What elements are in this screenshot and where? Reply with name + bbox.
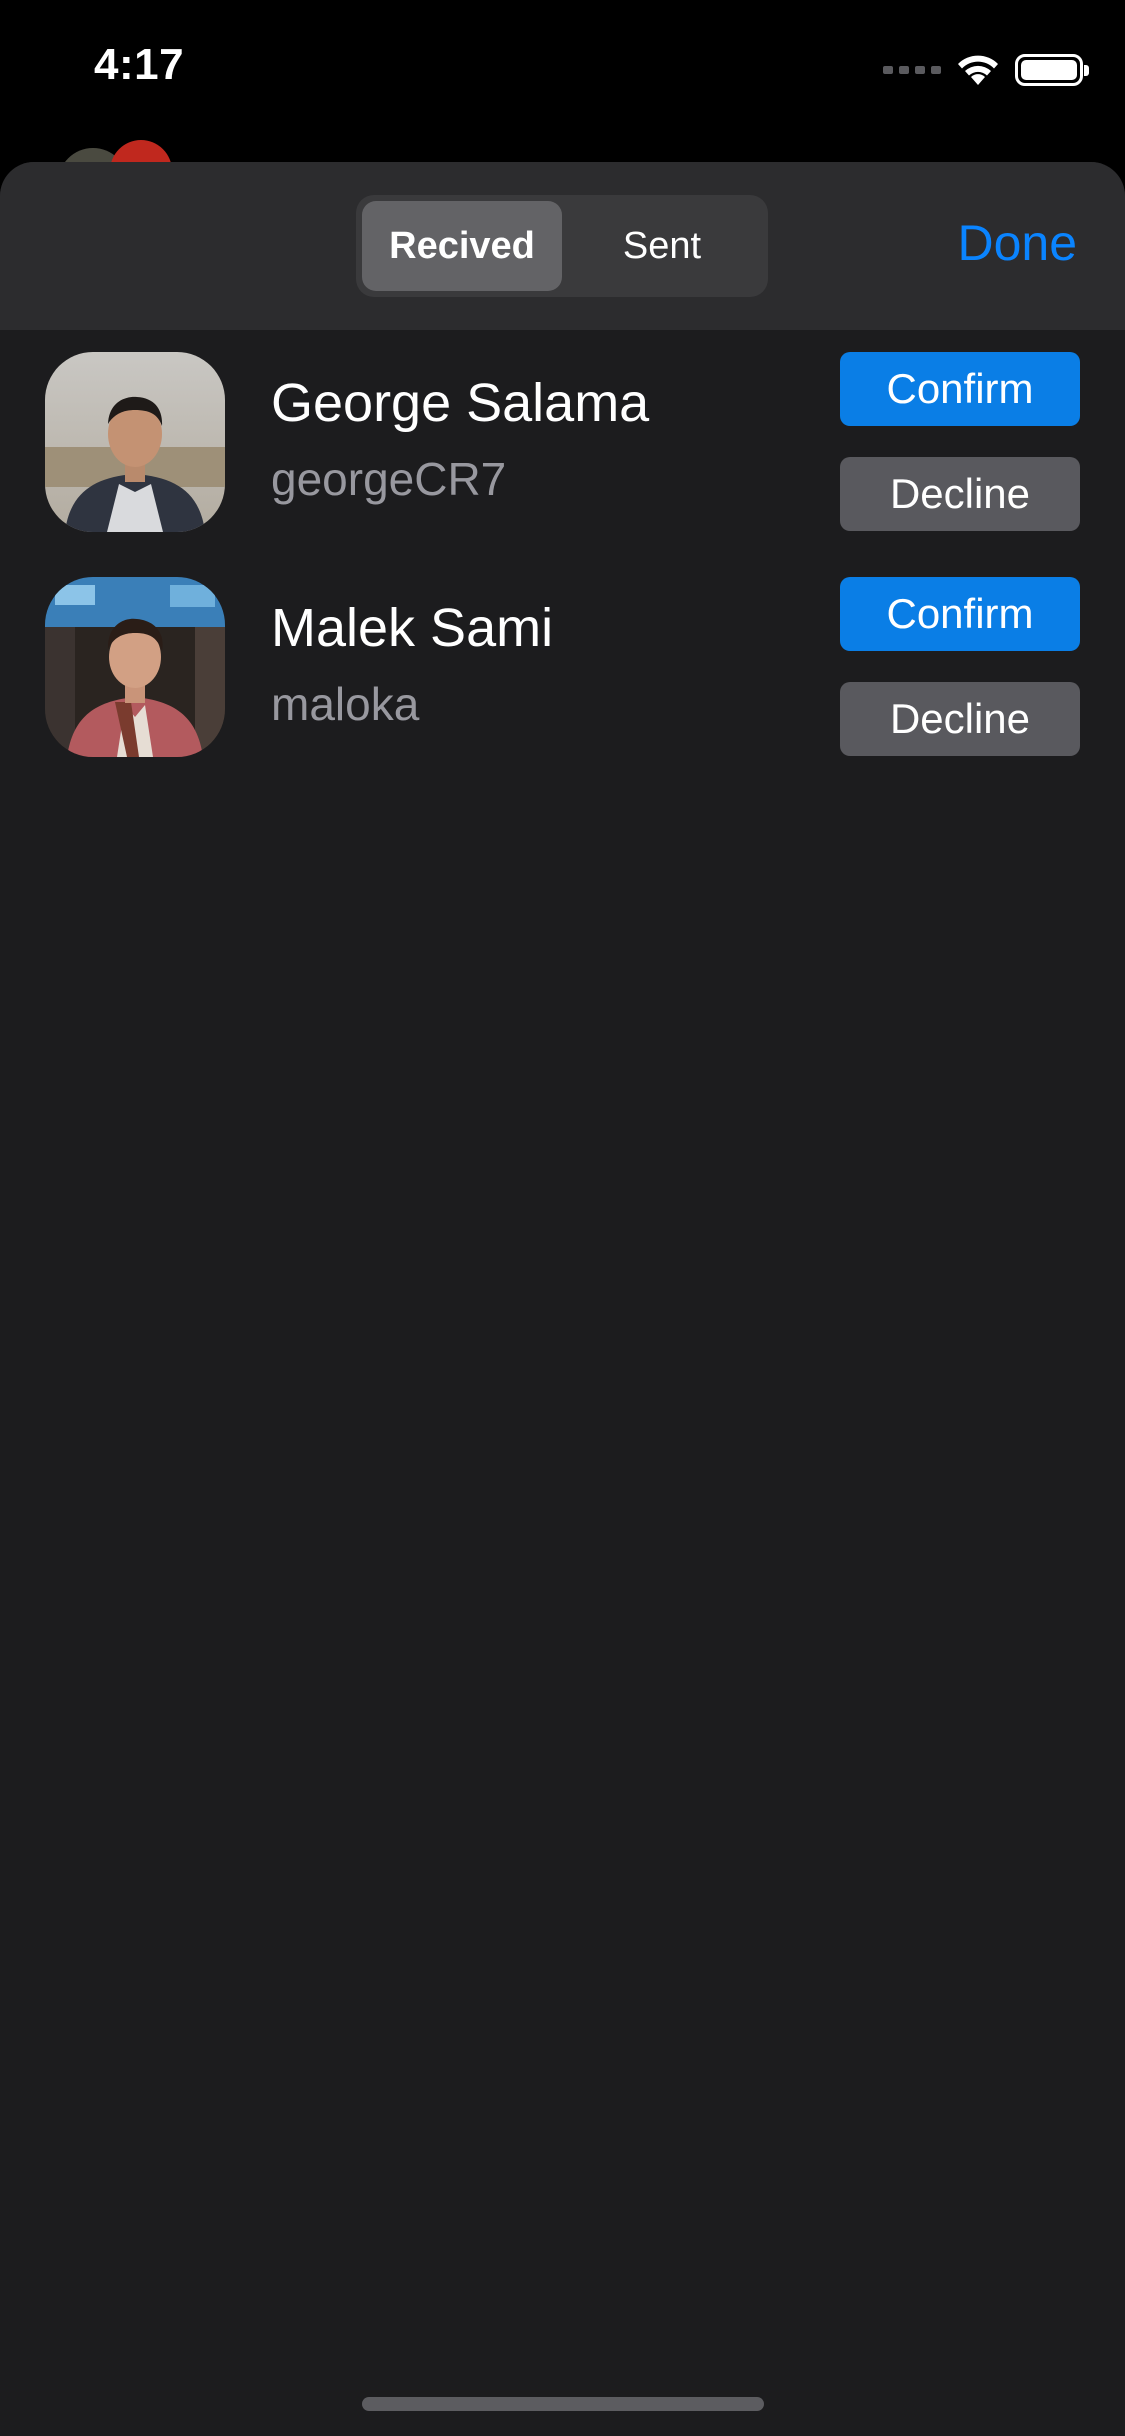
decline-button[interactable]: Decline <box>840 457 1080 531</box>
segment-received[interactable]: Recived <box>362 201 562 291</box>
request-row: George Salama georgeCR7 Confirm Decline <box>0 352 1125 534</box>
requests-segmented-control: Recived Sent <box>356 195 768 297</box>
avatar[interactable] <box>45 352 225 532</box>
confirm-button[interactable]: Confirm <box>840 577 1080 651</box>
request-name: Malek Sami <box>271 598 554 658</box>
segment-sent[interactable]: Sent <box>562 201 762 291</box>
cellular-signal-icon <box>883 66 941 74</box>
status-bar: 4:17 <box>0 0 1125 140</box>
avatar[interactable] <box>45 577 225 757</box>
request-row: Malek Sami maloka Confirm Decline <box>0 577 1125 759</box>
request-username: maloka <box>271 678 420 730</box>
wifi-icon <box>958 55 998 85</box>
decline-button[interactable]: Decline <box>840 682 1080 756</box>
friend-requests-sheet: Recived Sent Done George Salama georgeCR… <box>0 162 1125 2436</box>
status-time: 4:17 <box>94 40 185 89</box>
sheet-header: Recived Sent Done <box>0 162 1125 330</box>
request-username: georgeCR7 <box>271 453 507 505</box>
confirm-button[interactable]: Confirm <box>840 352 1080 426</box>
battery-icon <box>1015 54 1089 86</box>
status-icons <box>883 52 1089 88</box>
done-button[interactable]: Done <box>957 214 1077 272</box>
home-indicator[interactable] <box>362 2397 764 2411</box>
request-name: George Salama <box>271 373 650 433</box>
